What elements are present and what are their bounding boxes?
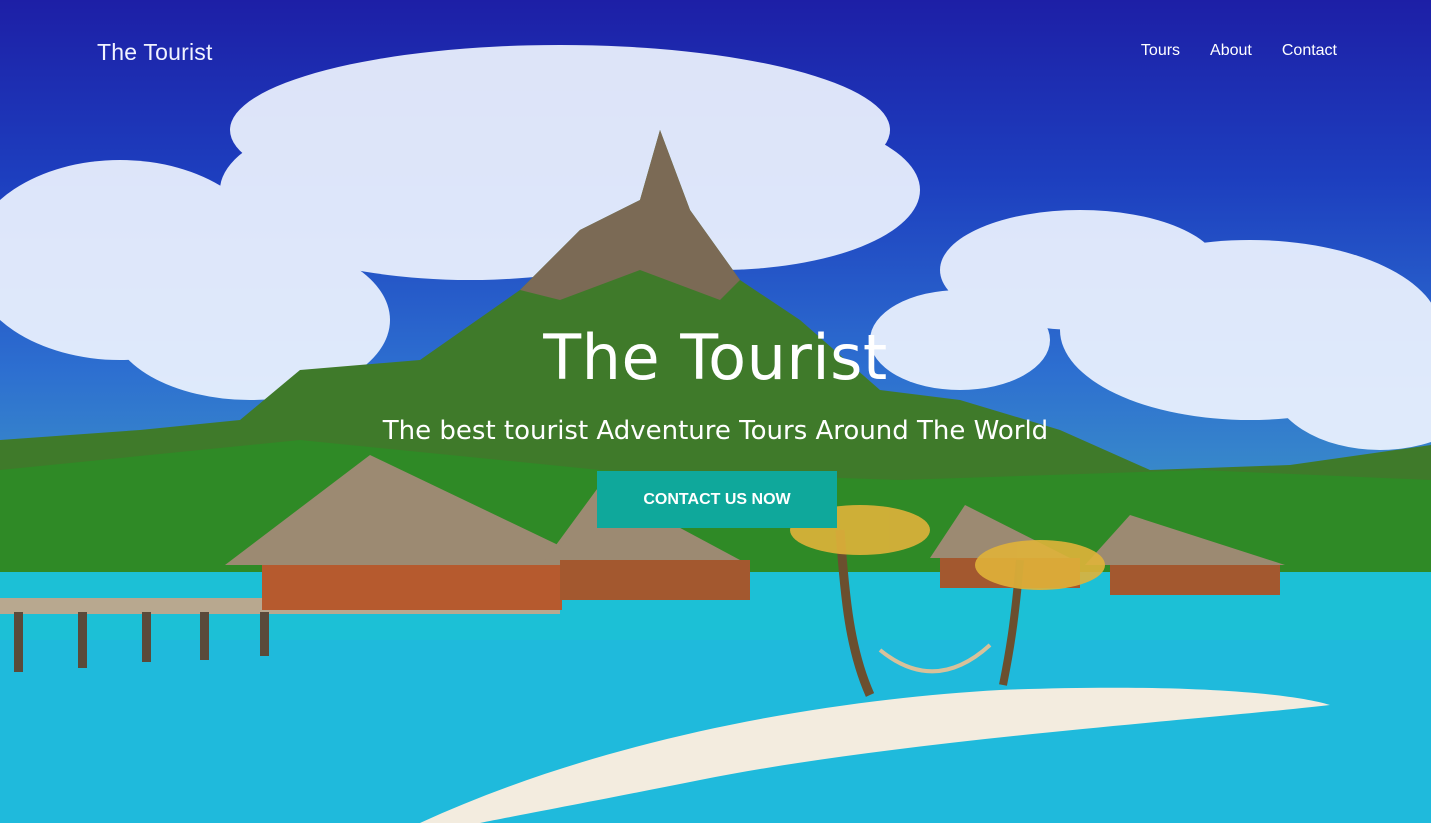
hero-section: The Tourist Tours About Contact The Tour… <box>0 0 1431 823</box>
hero-text: The Tourist The best tourist Adventure T… <box>0 318 1431 448</box>
nav-link-tours[interactable]: Tours <box>1141 42 1180 60</box>
nav-link-about[interactable]: About <box>1210 42 1252 60</box>
top-navigation: The Tourist Tours About Contact <box>0 0 1431 100</box>
site-logo[interactable]: The Tourist <box>97 39 213 66</box>
hero-subtitle: The best tourist Adventure Tours Around … <box>382 416 1049 446</box>
contact-us-button[interactable]: CONTACT US NOW <box>597 471 837 528</box>
nav-menu: Tours About Contact <box>1141 42 1337 60</box>
hero-title: The Tourist <box>543 321 888 394</box>
nav-link-contact[interactable]: Contact <box>1282 42 1337 60</box>
